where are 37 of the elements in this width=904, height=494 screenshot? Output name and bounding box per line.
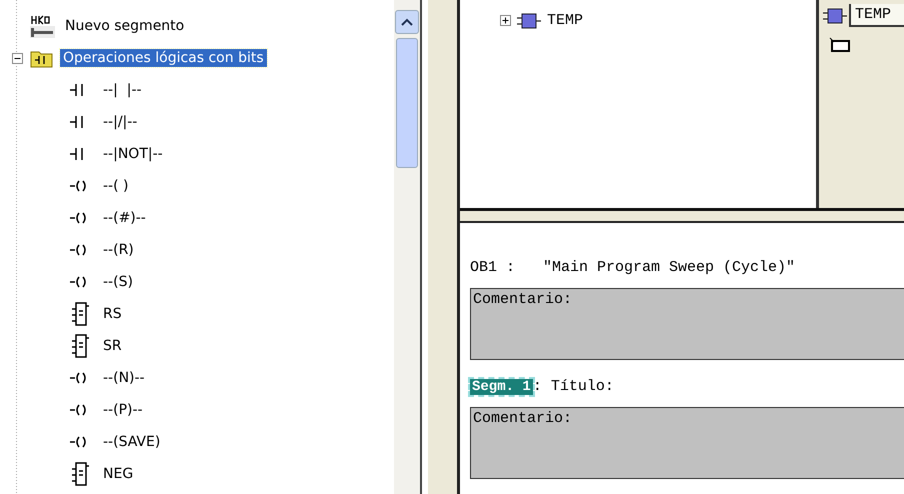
tree-item[interactable]: --(R) — [100, 241, 137, 259]
tree-item[interactable]: --(N)-- — [100, 369, 148, 387]
new-entry-icon — [829, 37, 851, 53]
splitter-bar[interactable] — [420, 0, 460, 494]
tree-item[interactable]: Nuevo segmento — [62, 17, 188, 35]
scrollbar-thumb[interactable] — [396, 38, 418, 168]
network-title: : Título: — [532, 378, 614, 395]
comment-field[interactable]: Comentario: — [470, 407, 904, 479]
network-label[interactable]: Segm. 1 — [470, 378, 533, 394]
tree-item[interactable]: NEG — [100, 465, 136, 483]
comment-field[interactable]: Comentario: — [470, 288, 904, 360]
function-box-icon — [70, 333, 90, 359]
tree-item[interactable]: --(#)-- — [100, 209, 149, 227]
tree-item[interactable]: --(SAVE) — [100, 433, 164, 451]
network-icon — [30, 14, 56, 38]
block-title: "Main Program Sweep (Cycle)" — [543, 259, 796, 276]
tree-item[interactable]: --(S) — [100, 273, 136, 291]
block-icon — [823, 8, 847, 24]
tree-item[interactable]: --| |-- — [100, 81, 145, 99]
tree-item[interactable]: TEMP — [547, 12, 584, 29]
tree-item[interactable]: RS — [100, 305, 125, 323]
tree-item[interactable]: --(P)-- — [100, 401, 146, 419]
scroll-up-button[interactable] — [395, 10, 419, 34]
tree-item[interactable]: SR — [100, 337, 125, 355]
caret-up-icon — [401, 18, 413, 26]
tree-item[interactable]: --( ) — [100, 177, 132, 195]
tree-item[interactable]: --|NOT|-- — [100, 145, 166, 163]
name-field[interactable]: TEMP — [849, 4, 904, 27]
vertical-scrollbar[interactable] — [394, 0, 420, 494]
expand-toggle[interactable] — [500, 15, 511, 26]
collapse-toggle[interactable] — [12, 52, 22, 64]
block-icon — [517, 12, 541, 28]
tree-item[interactable]: Operaciones lógicas con bits — [60, 49, 267, 67]
block-name: OB1 : — [470, 259, 516, 276]
function-box-icon — [70, 301, 90, 327]
function-box-icon — [70, 461, 90, 487]
tree-item[interactable]: --|/|-- — [100, 113, 140, 131]
